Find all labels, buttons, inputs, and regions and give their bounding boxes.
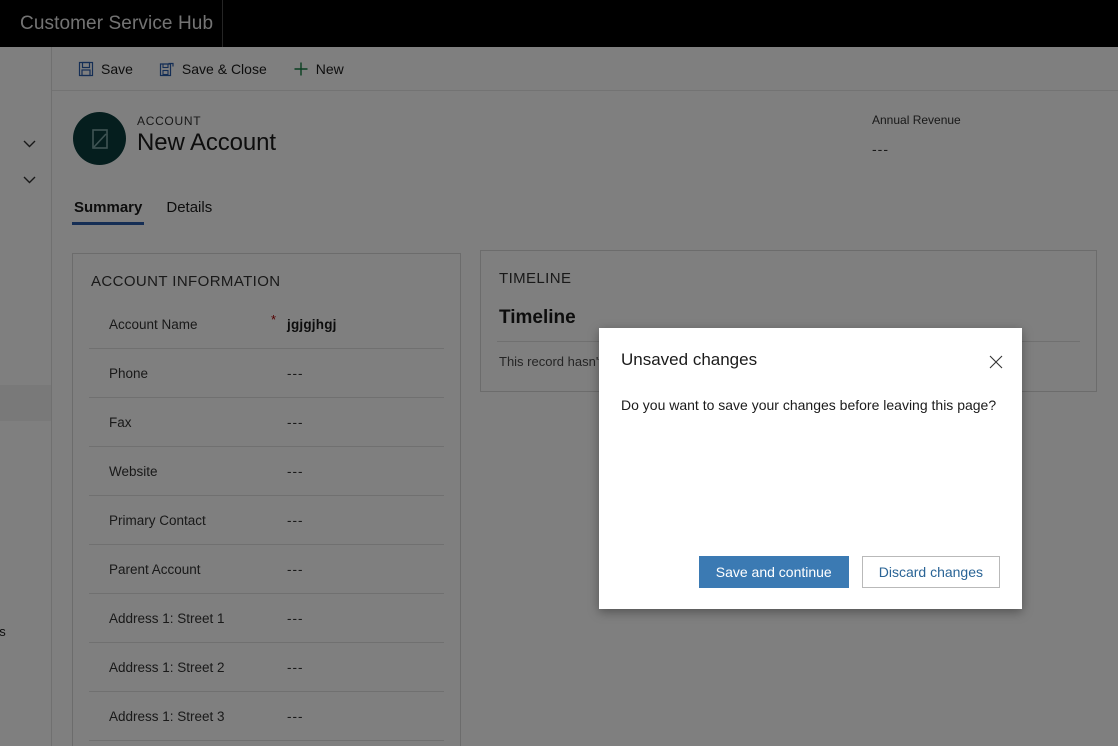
close-icon[interactable] <box>982 348 1010 376</box>
discard-changes-button[interactable]: Discard changes <box>861 556 1000 588</box>
dialog-title: Unsaved changes <box>621 350 758 369</box>
dialog-message: Do you want to save your changes before … <box>621 397 997 413</box>
application-window: Customer Service Hub es <box>0 0 1118 746</box>
dialog-actions: Save and continue Discard changes <box>698 556 1000 588</box>
save-and-continue-button[interactable]: Save and continue <box>698 556 849 588</box>
unsaved-changes-dialog: Unsaved changes Do you want to save your… <box>599 328 1022 609</box>
